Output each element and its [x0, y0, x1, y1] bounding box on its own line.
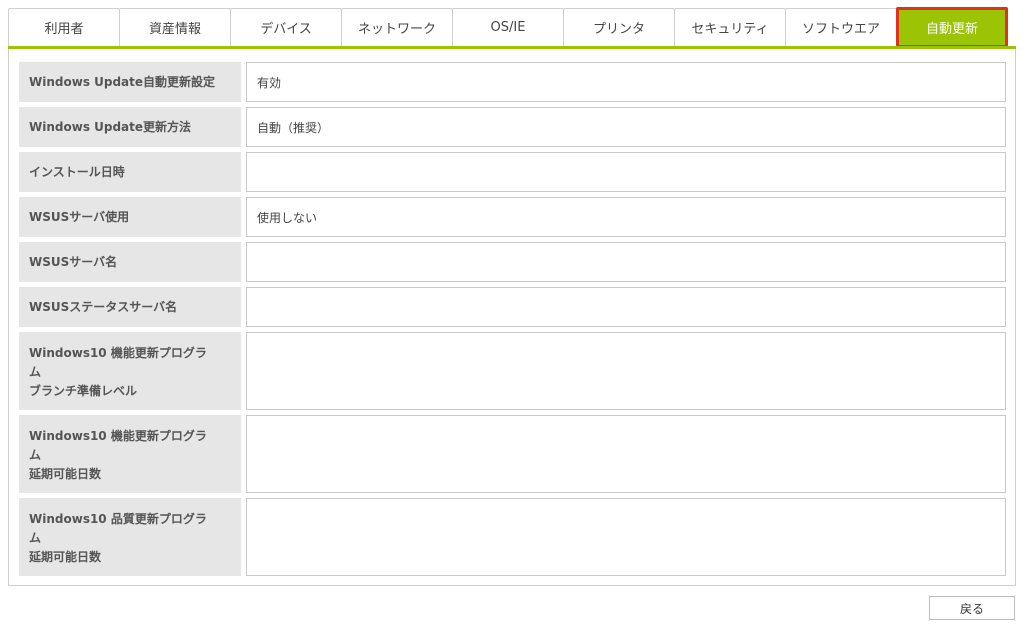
- field-label: Windows10 機能更新プログラ ム ブランチ準備レベル: [19, 332, 241, 410]
- field-value: [246, 332, 1006, 410]
- field-row-wsus-use: WSUSサーバ使用 使用しない: [19, 197, 1006, 237]
- field-label: WSUSサーバ使用: [19, 197, 241, 237]
- tab-device[interactable]: デバイス: [230, 8, 342, 46]
- field-value: [246, 415, 1006, 493]
- tab-auto-update[interactable]: 自動更新: [896, 7, 1008, 48]
- field-row-wu-update-method: Windows Update更新方法 自動（推奨）: [19, 107, 1006, 147]
- field-value: 有効: [246, 62, 1006, 102]
- field-row-quality-update-defer-days: Windows10 品質更新プログラ ム 延期可能日数: [19, 498, 1006, 576]
- field-row-wsus-status-server-name: WSUSステータスサーバ名: [19, 287, 1006, 327]
- field-value: [246, 498, 1006, 576]
- field-value: 自動（推奨）: [246, 107, 1006, 147]
- field-label: WSUSサーバ名: [19, 242, 241, 282]
- field-value: [246, 287, 1006, 327]
- tab-asset-info[interactable]: 資産情報: [119, 8, 231, 46]
- field-row-wsus-server-name: WSUSサーバ名: [19, 242, 1006, 282]
- tab-software[interactable]: ソフトウエア: [785, 8, 897, 46]
- field-label: Windows Update更新方法: [19, 107, 241, 147]
- field-row-install-datetime: インストール日時: [19, 152, 1006, 192]
- tab-security[interactable]: セキュリティ: [674, 8, 786, 46]
- field-label: Windows Update自動更新設定: [19, 62, 241, 102]
- field-value: [246, 242, 1006, 282]
- back-button[interactable]: 戻る: [929, 596, 1015, 620]
- field-row-wu-auto-update: Windows Update自動更新設定 有効: [19, 62, 1006, 102]
- field-value: 使用しない: [246, 197, 1006, 237]
- tab-network[interactable]: ネットワーク: [341, 8, 453, 46]
- tab-user[interactable]: 利用者: [8, 8, 120, 46]
- field-row-feature-update-branch-level: Windows10 機能更新プログラ ム ブランチ準備レベル: [19, 332, 1006, 410]
- tab-printer[interactable]: プリンタ: [563, 8, 675, 46]
- auto-update-panel: Windows Update自動更新設定 有効 Windows Update更新…: [8, 49, 1016, 586]
- field-value: [246, 152, 1006, 192]
- field-label: WSUSステータスサーバ名: [19, 287, 241, 327]
- tab-bar: 利用者 資産情報 デバイス ネットワーク OS/IE プリンタ セキュリティ ソ…: [8, 7, 1016, 49]
- field-label: Windows10 品質更新プログラ ム 延期可能日数: [19, 498, 241, 576]
- field-label: Windows10 機能更新プログラ ム 延期可能日数: [19, 415, 241, 493]
- field-label: インストール日時: [19, 152, 241, 192]
- tab-os-ie[interactable]: OS/IE: [452, 8, 564, 46]
- field-row-feature-update-defer-days: Windows10 機能更新プログラ ム 延期可能日数: [19, 415, 1006, 493]
